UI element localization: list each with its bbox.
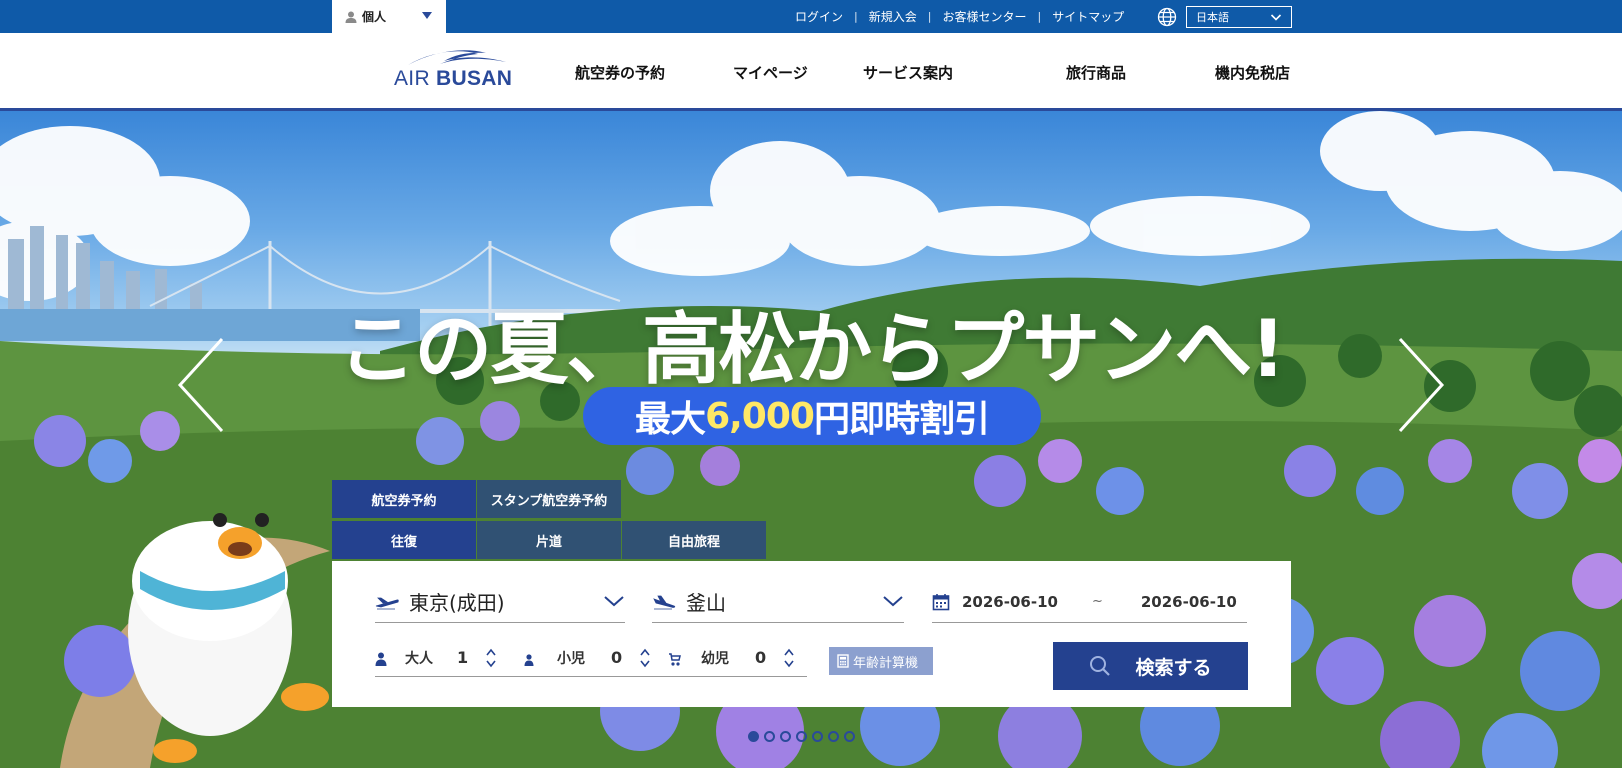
divider: | bbox=[854, 10, 858, 23]
adult-stepper-icon[interactable] bbox=[486, 647, 496, 669]
booking-type-tabs: 航空券予約 スタンプ航空券予約 bbox=[332, 480, 622, 518]
booking-panel: 東京(成田) 釜山 2026-06-10 ~ 2026-06-10 大人 1 小… bbox=[332, 561, 1291, 707]
destination-city: 釜山 bbox=[686, 591, 726, 615]
slide-dot[interactable] bbox=[780, 731, 791, 742]
infant-stepper-icon[interactable] bbox=[784, 647, 794, 669]
nav-item-duty-free[interactable]: 機内免税店 bbox=[1215, 62, 1290, 83]
nav-item-mypage[interactable]: マイページ bbox=[733, 62, 808, 83]
account-type-label: 個人 bbox=[362, 10, 387, 24]
departure-plane-icon bbox=[375, 594, 399, 610]
depart-date: 2026-06-10 bbox=[962, 592, 1058, 611]
adult-count: 大人 1 bbox=[375, 639, 496, 677]
slide-dot[interactable] bbox=[764, 731, 775, 742]
chevron-down-icon bbox=[603, 593, 625, 609]
infant-label: 幼児 bbox=[701, 650, 729, 667]
child-label: 小児 bbox=[557, 650, 585, 667]
person-icon bbox=[344, 10, 358, 24]
login-link[interactable]: ログイン bbox=[795, 8, 843, 25]
trip-type-tabs: 往復 片道 自由旅程 bbox=[332, 521, 767, 559]
passenger-selector: 大人 1 小児 0 幼児 0 bbox=[375, 639, 807, 677]
slide-indicator bbox=[748, 731, 855, 742]
global-nav: 航空券の予約 マイページ サービス案内 旅行商品 機内免税店 bbox=[0, 33, 1622, 108]
chevron-down-icon bbox=[1270, 11, 1282, 23]
nav-item-booking[interactable]: 航空券の予約 bbox=[575, 62, 665, 83]
slide-dot[interactable] bbox=[828, 731, 839, 742]
nav-item-services[interactable]: サービス案内 bbox=[863, 62, 953, 83]
tab-flight-booking[interactable]: 航空券予約 bbox=[332, 480, 476, 518]
arrival-plane-icon bbox=[652, 594, 676, 610]
signup-link[interactable]: 新規入会 bbox=[869, 8, 917, 25]
origin-city: 東京(成田) bbox=[409, 591, 505, 615]
search-icon bbox=[1089, 655, 1111, 677]
infant-count: 幼児 0 bbox=[667, 639, 794, 677]
hero-headline: この夏、高松からプサンへ! bbox=[338, 305, 1286, 395]
next-slide-arrow-icon[interactable] bbox=[1396, 337, 1446, 433]
return-date: 2026-06-10 bbox=[1140, 592, 1237, 611]
prev-slide-arrow-icon[interactable] bbox=[176, 337, 226, 433]
top-utility-bar: 個人 ログイン | 新規入会 | お客様センター | サイトマップ 日本語 bbox=[0, 0, 1622, 33]
calculator-icon bbox=[837, 654, 849, 668]
destination-select[interactable]: 釜山 bbox=[652, 581, 904, 623]
caret-down-icon bbox=[422, 12, 432, 19]
sitemap-link[interactable]: サイトマップ bbox=[1052, 8, 1124, 25]
child-icon bbox=[523, 651, 535, 666]
slide-dot[interactable] bbox=[796, 731, 807, 742]
search-label: 検索する bbox=[1135, 656, 1212, 679]
age-calculator-button[interactable]: 年齢計算機 bbox=[829, 647, 933, 675]
slide-dot[interactable] bbox=[748, 731, 759, 742]
slide-dot[interactable] bbox=[812, 731, 823, 742]
divider: | bbox=[1037, 10, 1042, 23]
hero-discount-pill: 最大 6,000 円即時割引 bbox=[583, 387, 1041, 445]
divider: | bbox=[927, 10, 932, 23]
child-count: 小児 0 bbox=[523, 639, 650, 677]
infant-value: 0 bbox=[755, 648, 767, 667]
utility-links: ログイン | 新規入会 | お客様センター | サイトマップ bbox=[795, 0, 1124, 33]
stroller-icon bbox=[667, 651, 681, 666]
child-value: 0 bbox=[611, 648, 623, 667]
date-range-picker[interactable]: 2026-06-10 ~ 2026-06-10 bbox=[932, 581, 1247, 623]
pill-amount: 6,000 bbox=[705, 395, 815, 437]
tab-one-way[interactable]: 片道 bbox=[477, 521, 621, 559]
tab-multi-city[interactable]: 自由旅程 bbox=[622, 521, 766, 559]
slide-dot[interactable] bbox=[844, 731, 855, 742]
nav-item-travel-products[interactable]: 旅行商品 bbox=[1066, 62, 1126, 83]
account-type-select[interactable]: 個人 bbox=[332, 0, 446, 33]
calendar-icon bbox=[932, 593, 950, 611]
adult-value: 1 bbox=[457, 648, 469, 667]
pill-suffix: 円即時割引 bbox=[813, 399, 990, 440]
adult-icon bbox=[375, 651, 387, 666]
pill-prefix: 最大 bbox=[635, 399, 706, 440]
customer-center-link[interactable]: お客様センター bbox=[942, 8, 1026, 25]
language-label: 日本語 bbox=[1196, 11, 1229, 24]
chevron-down-icon bbox=[882, 593, 904, 609]
tab-round-trip[interactable]: 往復 bbox=[332, 521, 476, 559]
child-stepper-icon[interactable] bbox=[640, 647, 650, 669]
origin-select[interactable]: 東京(成田) bbox=[375, 581, 625, 623]
tab-stamp-booking[interactable]: スタンプ航空券予約 bbox=[477, 480, 621, 518]
main-header: AIR BUSAN 航空券の予約 マイページ サービス案内 旅行商品 機内免税店 bbox=[0, 33, 1622, 111]
age-calculator-label: 年齢計算機 bbox=[853, 655, 919, 671]
date-separator: ~ bbox=[1091, 594, 1103, 609]
language-select[interactable]: 日本語 bbox=[1186, 6, 1292, 28]
adult-label: 大人 bbox=[405, 650, 433, 667]
globe-icon bbox=[1157, 7, 1177, 27]
search-button[interactable]: 検索する bbox=[1053, 642, 1248, 690]
